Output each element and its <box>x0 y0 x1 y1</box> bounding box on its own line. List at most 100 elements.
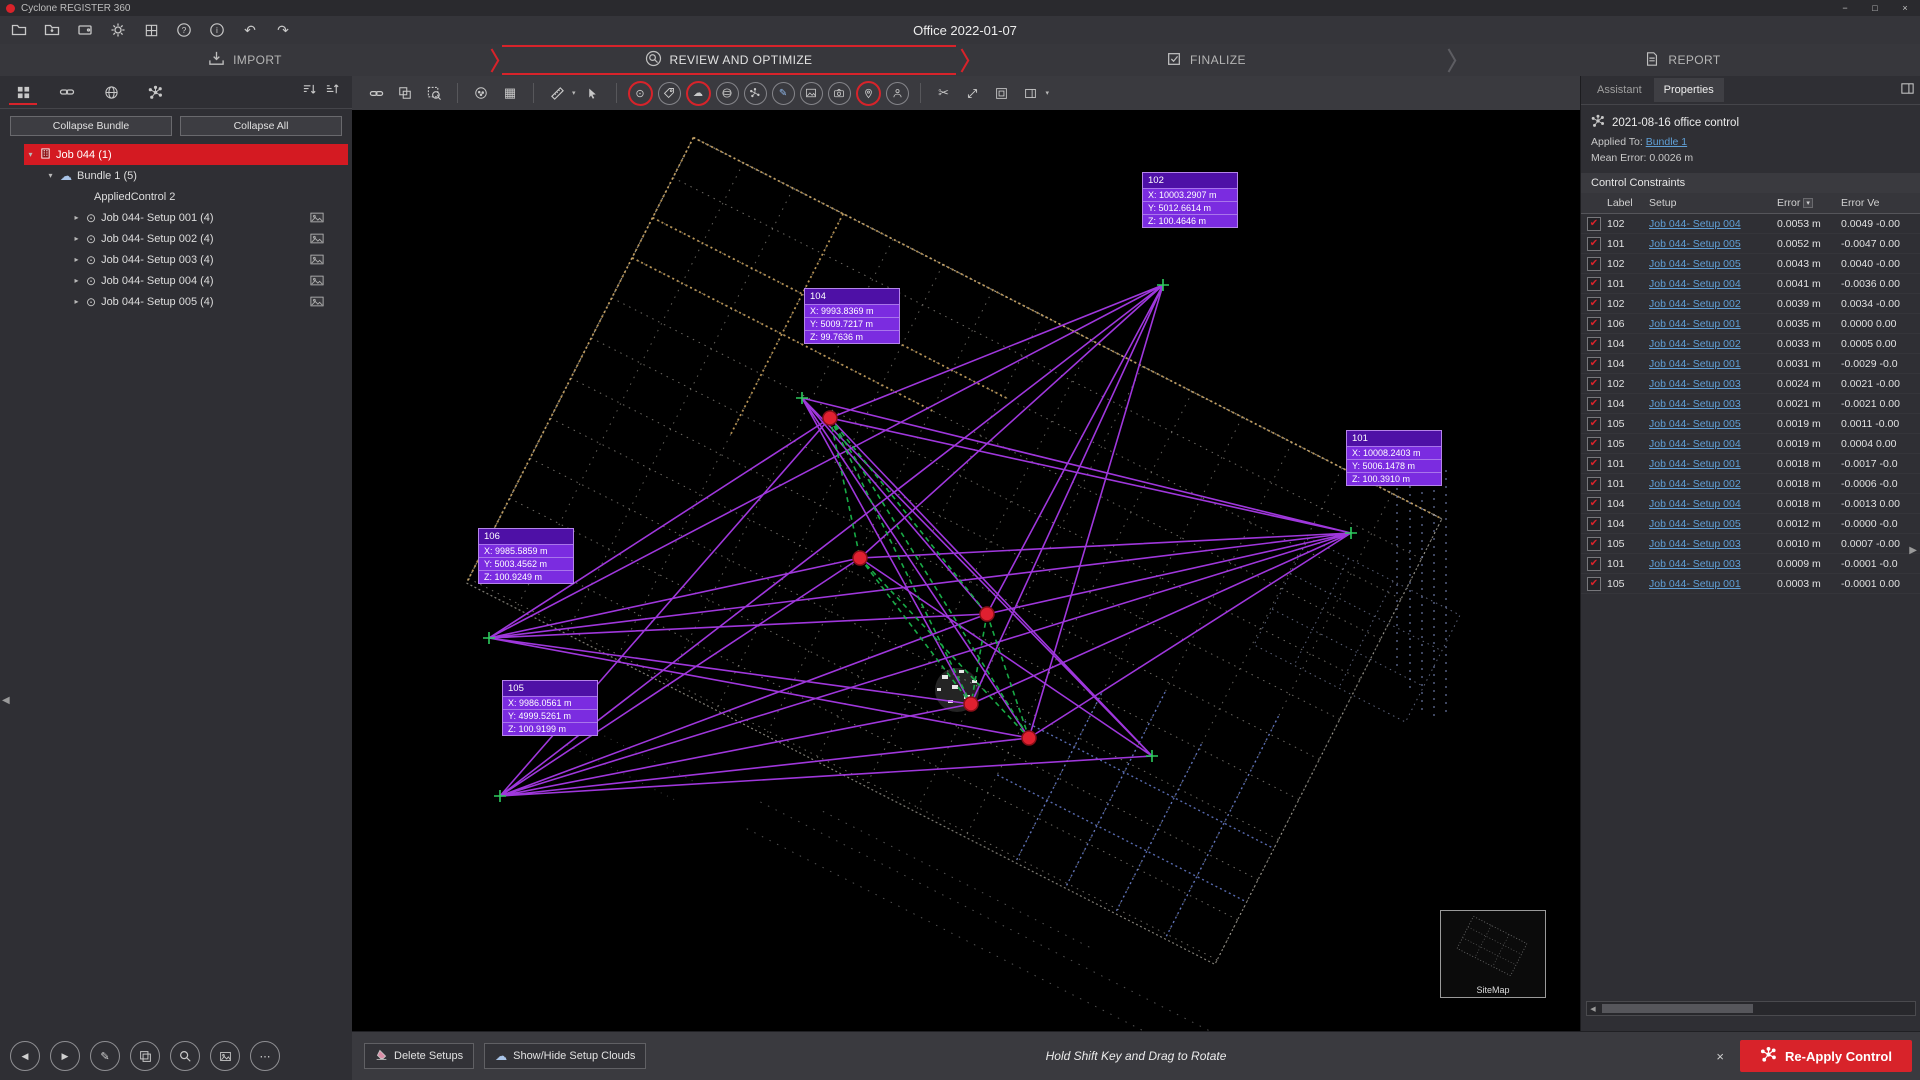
storage-icon[interactable] <box>76 21 94 39</box>
constraint-checkbox[interactable]: ✔ <box>1587 237 1601 251</box>
expand-caret-icon[interactable]: ▸ <box>72 234 81 243</box>
grid-table-icon[interactable]: ▦ <box>498 81 522 105</box>
visual-alignment-icon[interactable] <box>364 81 388 105</box>
tab-properties[interactable]: Properties <box>1654 78 1724 102</box>
header-error-vector[interactable]: Error Ve <box>1841 197 1920 209</box>
tab-review-and-optimize[interactable]: REVIEW AND OPTIMIZE <box>490 44 967 76</box>
tab-web-maps[interactable] <box>100 79 122 105</box>
constraint-row[interactable]: ✔ 105 Job 044- Setup 003 0.0010 m 0.0007… <box>1581 534 1920 554</box>
add-tag-tool[interactable] <box>658 82 681 105</box>
info-icon[interactable]: i <box>208 21 226 39</box>
collapse-left-panel-handle[interactable]: ◀ <box>2 695 10 706</box>
tab-bundles[interactable] <box>144 79 166 105</box>
play-button[interactable]: ▶ <box>50 1041 80 1071</box>
collapse-caret-icon[interactable]: ▾ <box>46 171 55 180</box>
settings-gear-icon[interactable] <box>109 21 127 39</box>
tab-report[interactable]: REPORT <box>1445 44 1920 76</box>
setup-image-chip-icon[interactable] <box>310 233 324 244</box>
tab-assistant[interactable]: Assistant <box>1587 78 1652 102</box>
sitemap-inset[interactable]: SiteMap <box>1440 910 1546 998</box>
collapse-all-button[interactable]: Collapse All <box>180 116 342 136</box>
edit-pencil-button[interactable]: ✎ <box>90 1041 120 1071</box>
add-bundle-tool[interactable] <box>744 82 767 105</box>
collapse-bundle-button[interactable]: Collapse Bundle <box>10 116 172 136</box>
setup-image-chip-icon[interactable] <box>310 296 324 307</box>
expand-caret-icon[interactable]: ▸ <box>72 213 81 222</box>
step-back-button[interactable]: ◀ <box>10 1041 40 1071</box>
constraint-row[interactable]: ✔ 101 Job 044- Setup 004 0.0041 m -0.003… <box>1581 274 1920 294</box>
setup-image-chip-icon[interactable] <box>310 275 324 286</box>
constraint-setup-link[interactable]: Job 044- Setup 001 <box>1649 358 1741 370</box>
control-label-102[interactable]: 102 X: 10003.2907 m Y: 5012.6614 m Z: 10… <box>1142 172 1238 228</box>
constraint-setup-link[interactable]: Job 044- Setup 002 <box>1649 298 1741 310</box>
constraint-row[interactable]: ✔ 104 Job 044- Setup 005 0.0012 m -0.000… <box>1581 514 1920 534</box>
constraint-checkbox[interactable]: ✔ <box>1587 377 1601 391</box>
constraint-row[interactable]: ✔ 102 Job 044- Setup 002 0.0039 m 0.0034… <box>1581 294 1920 314</box>
constraint-checkbox[interactable]: ✔ <box>1587 497 1601 511</box>
search-button[interactable] <box>170 1041 200 1071</box>
constraint-checkbox[interactable]: ✔ <box>1587 337 1601 351</box>
constraint-checkbox[interactable]: ✔ <box>1587 277 1601 291</box>
scrollbar-thumb[interactable] <box>1602 1004 1753 1013</box>
constraint-row[interactable]: ✔ 106 Job 044- Setup 001 0.0035 m 0.0000… <box>1581 314 1920 334</box>
point-cloud-display-icon[interactable] <box>469 81 493 105</box>
open-folder-icon[interactable] <box>10 21 28 39</box>
constraint-checkbox[interactable]: ✔ <box>1587 537 1601 551</box>
panel-layout-icon[interactable] <box>1900 81 1915 99</box>
measure-icon[interactable] <box>545 81 569 105</box>
constraint-setup-link[interactable]: Job 044- Setup 002 <box>1649 478 1741 490</box>
add-camera-tool[interactable] <box>828 82 851 105</box>
constraint-setup-link[interactable]: Job 044- Setup 001 <box>1649 578 1741 590</box>
split-view-caret-icon[interactable]: ▾ <box>1046 89 1050 97</box>
constraint-checkbox[interactable]: ✔ <box>1587 257 1601 271</box>
tree-applied-control-row[interactable]: AppliedControl 2 <box>0 186 352 207</box>
setup-image-chip-icon[interactable] <box>310 212 324 223</box>
add-target-tool[interactable]: ⊙ <box>628 81 653 106</box>
expand-caret-icon[interactable]: ▸ <box>72 276 81 285</box>
constraint-checkbox[interactable]: ✔ <box>1587 417 1601 431</box>
duplicate-button[interactable] <box>130 1041 160 1071</box>
expand-view-icon[interactable] <box>961 81 985 105</box>
reapply-control-button[interactable]: Re-Apply Control <box>1740 1040 1912 1072</box>
constraint-setup-link[interactable]: Job 044- Setup 005 <box>1649 258 1741 270</box>
control-label-106[interactable]: 106 X: 9985.5859 m Y: 5003.4562 m Z: 100… <box>478 528 574 584</box>
constraint-setup-link[interactable]: Job 044- Setup 004 <box>1649 278 1741 290</box>
constraint-row[interactable]: ✔ 101 Job 044- Setup 005 0.0052 m -0.004… <box>1581 234 1920 254</box>
constraint-row[interactable]: ✔ 105 Job 044- Setup 004 0.0019 m 0.0004… <box>1581 434 1920 454</box>
constraint-checkbox[interactable]: ✔ <box>1587 217 1601 231</box>
constraint-setup-link[interactable]: Job 044- Setup 002 <box>1649 338 1741 350</box>
overlap-icon[interactable] <box>393 81 417 105</box>
constraint-row[interactable]: ✔ 101 Job 044- Setup 002 0.0018 m -0.000… <box>1581 474 1920 494</box>
measure-dropdown-caret-icon[interactable]: ▾ <box>572 89 576 97</box>
control-label-104[interactable]: 104 X: 9993.8369 m Y: 5009.7217 m Z: 99.… <box>804 288 900 344</box>
frame-icon[interactable] <box>990 81 1014 105</box>
more-options-button[interactable]: ⋯ <box>250 1041 280 1071</box>
undo-icon[interactable]: ↶ <box>241 21 259 39</box>
expand-caret-icon[interactable]: ▸ <box>72 297 81 306</box>
close-button[interactable]: × <box>1890 3 1920 13</box>
split-view-icon[interactable] <box>1019 81 1043 105</box>
constraint-setup-link[interactable]: Job 044- Setup 001 <box>1649 458 1741 470</box>
add-cloud-tool[interactable]: ☁ <box>686 81 711 106</box>
constraint-checkbox[interactable]: ✔ <box>1587 317 1601 331</box>
header-setup[interactable]: Setup <box>1649 197 1777 209</box>
tree-setup-row[interactable]: ▸ ⊙ Job 044- Setup 002 (4) <box>0 228 352 249</box>
constraint-setup-link[interactable]: Job 044- Setup 005 <box>1649 418 1741 430</box>
constraint-row[interactable]: ✔ 105 Job 044- Setup 001 0.0003 m -0.000… <box>1581 574 1920 594</box>
minimize-button[interactable]: − <box>1830 3 1860 13</box>
control-label-101[interactable]: 101 X: 10008.2403 m Y: 5006.1478 m Z: 10… <box>1346 430 1442 486</box>
add-sphere-tool[interactable] <box>716 82 739 105</box>
help-icon[interactable]: ? <box>175 21 193 39</box>
constraint-setup-link[interactable]: Job 044- Setup 001 <box>1649 318 1741 330</box>
constraint-setup-link[interactable]: Job 044- Setup 005 <box>1649 518 1741 530</box>
add-annotation-pen-tool[interactable]: ✎ <box>772 82 795 105</box>
tab-finalize[interactable]: FINALIZE <box>967 44 1445 76</box>
sort-descending-icon[interactable] <box>325 82 340 102</box>
select-cursor-icon[interactable] <box>581 81 605 105</box>
constraint-setup-link[interactable]: Job 044- Setup 003 <box>1649 378 1741 390</box>
redo-icon[interactable]: ↷ <box>274 21 292 39</box>
constraint-checkbox[interactable]: ✔ <box>1587 357 1601 371</box>
constraint-setup-link[interactable]: Job 044- Setup 004 <box>1649 438 1741 450</box>
constraint-setup-link[interactable]: Job 044- Setup 005 <box>1649 238 1741 250</box>
header-label[interactable]: Label <box>1607 197 1649 209</box>
